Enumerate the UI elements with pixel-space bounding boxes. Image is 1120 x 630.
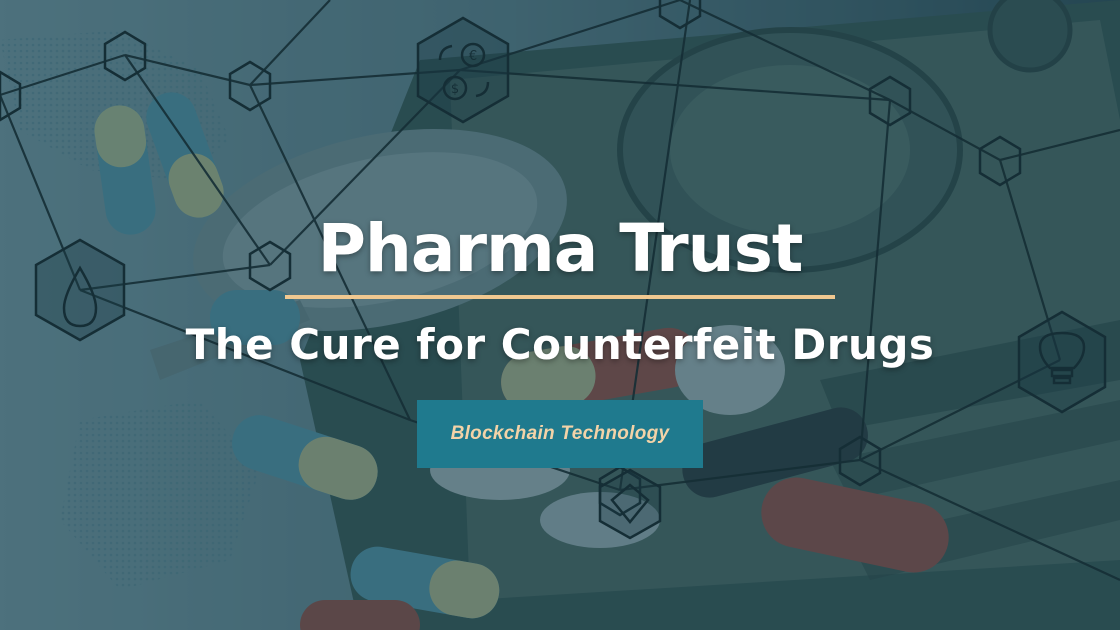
slide-title: Pharma Trust	[317, 210, 804, 287]
color-overlay	[0, 0, 1120, 630]
blockchain-technology-badge: Blockchain Technology	[417, 400, 703, 468]
title-underline	[285, 295, 835, 299]
slide-subtitle: The Cure for Counterfeit Drugs	[185, 320, 935, 369]
badge-label: Blockchain Technology	[450, 423, 670, 444]
